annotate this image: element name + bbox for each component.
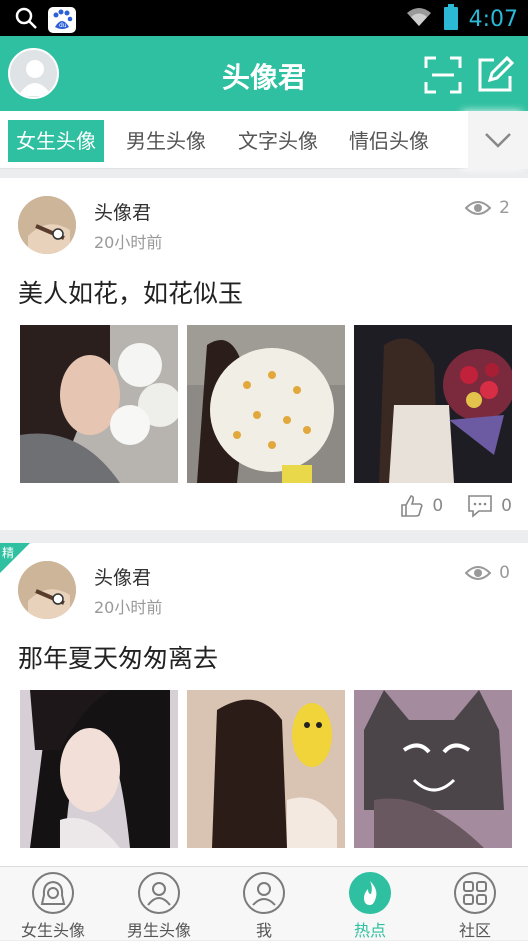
nav-label: 女生头像 (20, 921, 85, 940)
post-time: 20小时前 (94, 233, 163, 252)
view-count-value: 2 (499, 198, 510, 218)
bottom-nav: 女生头像 男生头像 我 热点 社区 (0, 866, 528, 940)
post-title[interactable]: 美人如花，如花似玉 (18, 274, 243, 310)
nav-label: 社区 (458, 921, 491, 940)
nav-label: 我 (255, 921, 272, 940)
like-button[interactable]: 0 (400, 494, 443, 518)
comment-count: 0 (501, 496, 512, 516)
post-time: 20小时前 (94, 598, 163, 617)
grid-icon (454, 872, 496, 914)
eye-icon (465, 201, 492, 215)
nav-label: 男生头像 (126, 921, 191, 940)
female-avatar-icon (32, 872, 74, 914)
post-images (20, 690, 512, 848)
status-bar: du 4:07 (0, 0, 528, 36)
male-avatar-icon (138, 872, 180, 914)
post-image[interactable] (20, 325, 178, 483)
post-card[interactable]: 头像君 20小时前 2 美人如花，如花似玉 0 0 (0, 178, 528, 530)
post-image[interactable] (354, 690, 512, 848)
wifi-icon (405, 6, 433, 32)
tab-female-avatar[interactable]: 女生头像 (8, 120, 104, 162)
comment-icon (468, 495, 492, 518)
post-title[interactable]: 那年夏天匆匆离去 (18, 639, 218, 675)
nav-hot[interactable]: 热点 (317, 867, 423, 941)
tab-male-avatar[interactable]: 男生头像 (118, 120, 214, 162)
post-image[interactable] (187, 690, 345, 848)
edit-icon[interactable] (476, 55, 515, 94)
search-icon (14, 6, 38, 34)
author-name[interactable]: 头像君 (94, 563, 151, 590)
svg-text:du: du (59, 22, 67, 29)
post-images (20, 325, 512, 483)
post-actions: 0 0 (400, 494, 512, 518)
comment-button[interactable]: 0 (467, 494, 512, 518)
nav-label: 热点 (353, 921, 386, 940)
author-name[interactable]: 头像君 (94, 198, 151, 225)
view-count-value: 0 (499, 563, 510, 583)
nav-female-avatar[interactable]: 女生头像 (0, 867, 106, 941)
post-image[interactable] (354, 325, 512, 483)
view-count: 2 (465, 198, 510, 218)
post-card[interactable]: 精 头像君 20小时前 0 那年夏天匆匆离去 (0, 543, 528, 873)
author-avatar[interactable] (18, 196, 76, 254)
tabs-expand-button[interactable] (468, 111, 528, 169)
like-count: 0 (432, 496, 444, 516)
chevron-down-icon (485, 133, 511, 148)
post-image[interactable] (187, 325, 345, 483)
author-avatar[interactable] (18, 561, 76, 619)
tab-couple-avatar[interactable]: 情侣头像 (341, 120, 437, 162)
tab-text-avatar[interactable]: 文字头像 (230, 120, 326, 162)
nav-male-avatar[interactable]: 男生头像 (106, 867, 212, 941)
nav-me[interactable]: 我 (211, 867, 317, 941)
baidu-paw-icon: du (48, 7, 76, 33)
eye-icon (465, 566, 492, 580)
category-tabs: 女生头像 男生头像 文字头像 情侣头像 (0, 111, 528, 169)
clock: 4:07 (468, 6, 518, 32)
app-header: 头像君 (0, 36, 528, 111)
thumbs-up-icon (401, 495, 423, 517)
featured-badge-label: 精 (2, 546, 15, 560)
flame-icon (349, 872, 391, 914)
view-count: 0 (465, 563, 510, 583)
scan-icon[interactable] (424, 56, 462, 94)
post-image[interactable] (20, 690, 178, 848)
profile-icon (243, 872, 285, 914)
nav-community[interactable]: 社区 (422, 867, 528, 941)
battery-icon (443, 4, 459, 34)
